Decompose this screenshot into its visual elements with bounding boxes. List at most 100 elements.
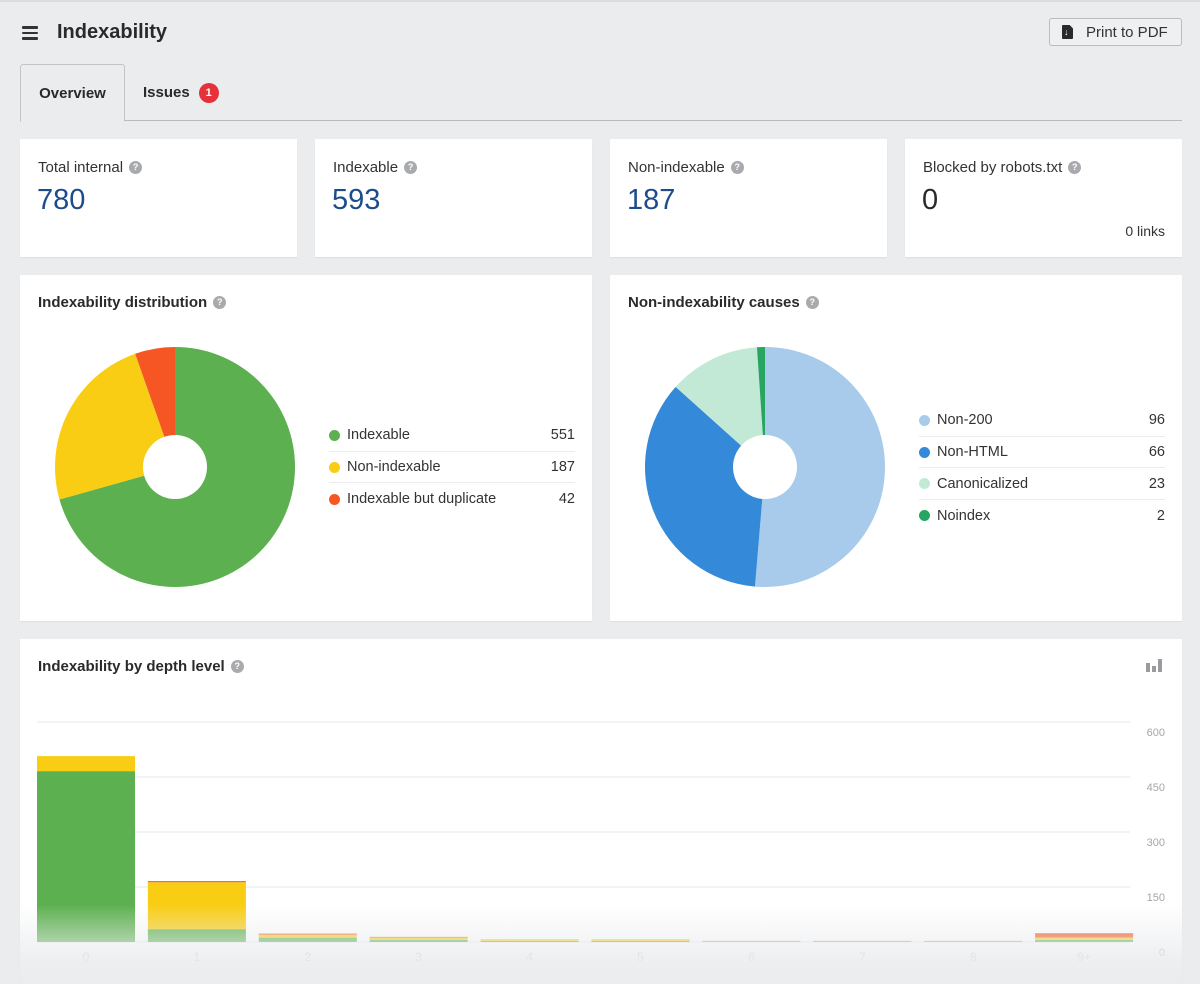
card-title: Indexability distribution	[38, 294, 208, 311]
legend-label: Indexable but duplicate	[347, 491, 497, 508]
bar-segment-indexable[interactable]	[480, 940, 579, 942]
stat-label: Total internal	[38, 159, 124, 176]
issues-count-badge: 1	[198, 82, 219, 103]
stat-label: Blocked by robots.txt	[923, 159, 1063, 176]
legend-dot-icon	[919, 414, 930, 426]
help-icon[interactable]: ?	[404, 161, 418, 174]
tab-overview-label: Overview	[39, 84, 106, 102]
non-indexability-causes-card: Non-indexability causes? Non-200 96 Non-HT…	[610, 275, 1182, 621]
stat-value[interactable]: 187	[627, 184, 675, 217]
bar-segment-non-indexable[interactable]	[37, 756, 135, 772]
bar-segment-indexable[interactable]	[369, 939, 468, 942]
legend-value: 2	[1156, 507, 1165, 524]
bar-segment-indexable[interactable]	[147, 929, 246, 942]
top-border	[0, 0, 1200, 2]
stat-sub-links: 0 links	[1125, 223, 1165, 239]
legend-item[interactable]: Indexable but duplicate 42	[329, 483, 575, 515]
donut-hole	[143, 435, 207, 499]
legend-item[interactable]: Non-200 96	[919, 405, 1165, 437]
bar-segment-indexable-but-duplicate[interactable]	[369, 936, 468, 938]
help-icon[interactable]: ?	[213, 296, 227, 309]
legend-item[interactable]: Non-indexable 187	[329, 452, 575, 484]
stat-card-indexable: Indexable? 593	[315, 139, 592, 257]
x-tick-label: 7	[859, 950, 866, 964]
hamburger-menu-icon[interactable]	[22, 26, 38, 40]
pdf-download-icon	[1062, 25, 1073, 39]
y-tick-label: 150	[1147, 892, 1165, 904]
x-tick-label: 4	[526, 950, 533, 964]
x-tick-label: 3	[415, 950, 422, 964]
stat-card-non-indexable: Non-indexable? 187	[610, 139, 887, 257]
legend-label: Non-HTML	[937, 444, 1008, 461]
bar-segment-non-indexable[interactable]	[147, 882, 246, 930]
legend-value: 187	[550, 459, 575, 476]
legend-value: 42	[558, 491, 575, 508]
stat-label: Indexable	[333, 159, 399, 176]
bar-segment-indexable-but-duplicate[interactable]	[147, 881, 246, 883]
legend-item[interactable]: Non-HTML 66	[919, 437, 1165, 469]
legend-value: 551	[550, 427, 575, 444]
y-tick-label: 0	[1159, 947, 1165, 959]
stat-value[interactable]: 780	[37, 184, 85, 217]
legend-value: 23	[1148, 475, 1165, 492]
indexability-legend: Indexable 551 Non-indexable 187 Indexable bu…	[329, 420, 575, 515]
non-indexability-donut-chart	[645, 347, 885, 587]
bar-segment-non-indexable[interactable]	[591, 939, 690, 941]
x-tick-label: 1	[194, 950, 201, 964]
bar-segment-indexable[interactable]	[591, 940, 690, 942]
x-tick-label: 9+	[1077, 950, 1091, 964]
legend-label: Non-indexable	[347, 459, 441, 476]
tab-bar: Overview Issues 1	[20, 64, 1182, 122]
legend-dot-icon	[919, 478, 930, 490]
bar-segment-non-indexable[interactable]	[369, 937, 468, 940]
non-indexability-legend: Non-200 96 Non-HTML 66 Canonicalized 23 Noinde…	[919, 405, 1165, 532]
x-tick-label: 5	[637, 950, 644, 964]
stat-card-blocked-robots: Blocked by robots.txt? 0 0 links	[905, 139, 1182, 257]
legend-dot-icon	[919, 510, 930, 522]
donut-hole	[733, 435, 797, 499]
tab-issues[interactable]: Issues 1	[143, 64, 219, 121]
legend-dot-icon	[919, 446, 930, 458]
help-icon[interactable]: ?	[730, 161, 744, 174]
indexability-donut-chart	[54, 347, 296, 587]
legend-dot-icon	[329, 493, 340, 505]
stat-card-total-internal: Total internal? 780	[20, 139, 297, 257]
help-icon[interactable]: ?	[805, 296, 819, 309]
y-tick-label: 600	[1147, 727, 1165, 739]
y-tick-label: 300	[1147, 837, 1165, 849]
bar-segment-non-indexable[interactable]	[258, 934, 357, 938]
bar-segment-indexable[interactable]	[1035, 939, 1134, 942]
legend-value: 96	[1148, 412, 1165, 429]
bar-segment-non-indexable[interactable]	[480, 939, 579, 941]
x-tick-label: 0	[83, 950, 90, 964]
legend-label: Non-200	[937, 412, 993, 429]
page-header: Indexability Print to PDF	[20, 18, 1182, 48]
help-icon[interactable]: ?	[129, 161, 143, 174]
indexability-distribution-card: Indexability distribution? Indexable 551 N…	[20, 275, 592, 621]
bar-segment-non-indexable[interactable]	[1035, 937, 1134, 940]
legend-item[interactable]: Noindex 2	[919, 500, 1165, 532]
tab-issues-label: Issues	[143, 84, 190, 101]
legend-dot-icon	[329, 461, 340, 473]
bar-segment-indexable-but-duplicate[interactable]	[1035, 933, 1134, 938]
print-to-pdf-label: Print to PDF	[1086, 23, 1168, 41]
help-icon[interactable]: ?	[1068, 161, 1082, 174]
legend-dot-icon	[329, 429, 340, 441]
stat-value[interactable]: 593	[332, 184, 380, 217]
bar-segment-indexable-but-duplicate[interactable]	[258, 933, 357, 935]
stat-value: 0	[922, 184, 939, 216]
legend-item[interactable]: Canonicalized 23	[919, 468, 1165, 501]
x-tick-label: 6	[748, 950, 755, 964]
x-tick-label: 2	[304, 950, 311, 964]
bar-segment-indexable[interactable]	[258, 937, 357, 942]
legend-item[interactable]: Indexable 551	[329, 420, 575, 452]
x-tick-label: 8	[970, 950, 977, 964]
legend-label: Canonicalized	[937, 475, 1029, 492]
tab-overview[interactable]: Overview	[20, 64, 125, 122]
depth-bar-chart: 0 150 300 450 600 0 1 2 3 4 5 6 7 8 9+	[37, 721, 1165, 964]
legend-value: 66	[1148, 444, 1165, 461]
card-title: Non-indexability causes	[628, 294, 800, 311]
depth-level-card: Indexability by depth level? 0 150 300 450 6…	[20, 639, 1182, 984]
print-to-pdf-button[interactable]: Print to PDF	[1049, 18, 1182, 46]
bar-segment-indexable[interactable]	[37, 771, 135, 942]
